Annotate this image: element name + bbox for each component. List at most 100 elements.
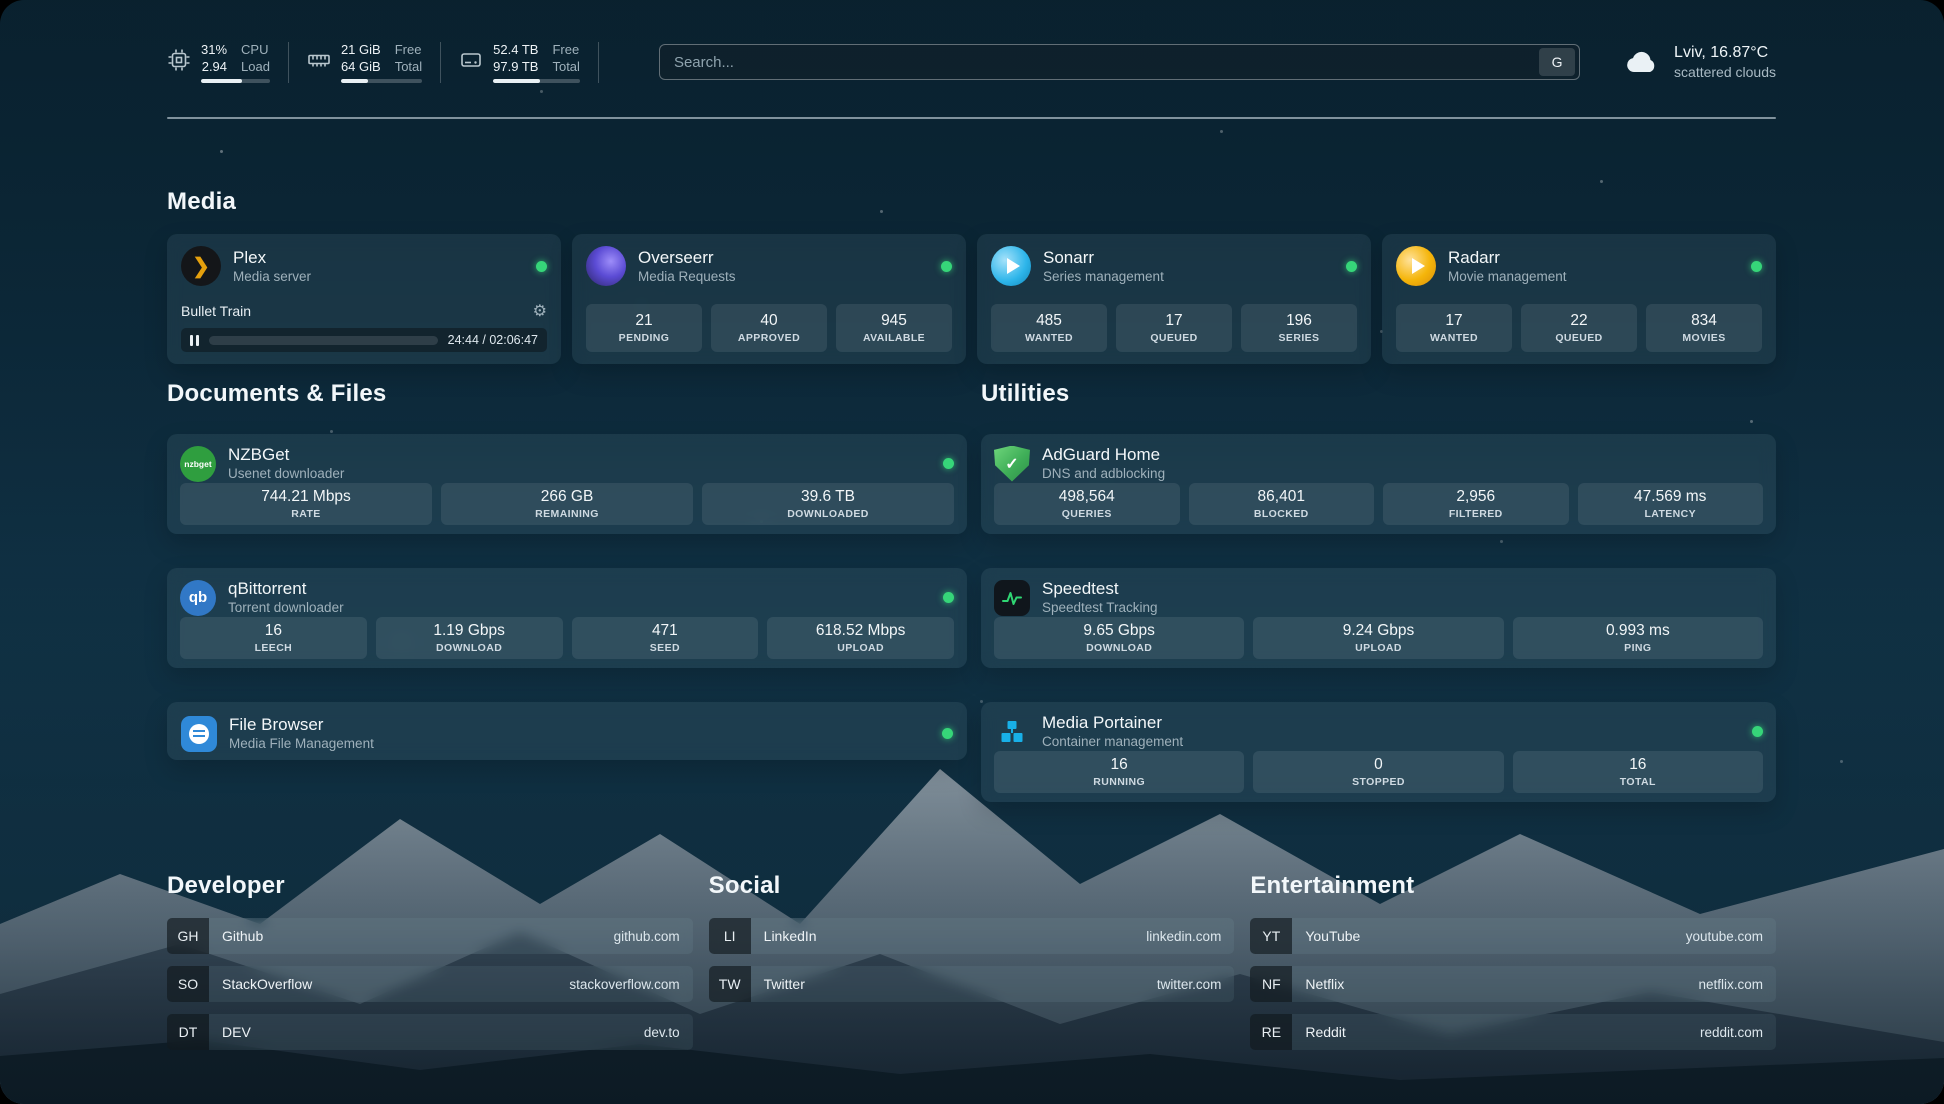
service-name: Radarr [1448,247,1567,268]
media-section-title: Media [167,188,1776,216]
bookmark-group-developer: Developer GH Github github.com SO StackO… [167,872,693,1062]
search-input[interactable] [660,54,1539,71]
stat-upload: 618.52 Mbps UPLOAD [767,617,954,659]
ram-free-value: 21 GiB [341,42,381,58]
plex-icon: ❯ [181,246,221,286]
stat-ping: 0.993 ms PING [1513,617,1763,659]
bookmark-stackoverflow[interactable]: SO StackOverflow stackoverflow.com [167,966,693,1002]
speedtest-icon [994,580,1030,616]
weather-location: Lviv, 16.87°C [1674,43,1776,63]
disk-free-label: Free [552,42,579,58]
pause-button[interactable] [190,335,199,346]
disk-progress-bar [493,79,580,83]
developer-section-title: Developer [167,872,693,900]
ram-widget: 21 GiB 64 GiB Free Total [307,42,441,83]
bookmark-dev[interactable]: DT DEV dev.to [167,1014,693,1050]
cloud-icon [1622,48,1662,76]
twitter-badge-icon: TW [709,966,751,1002]
disk-total-value: 97.9 TB [493,59,538,75]
service-card-qbittorrent[interactable]: qb qBittorrent Torrent downloader 16 LEE… [167,568,967,668]
entertainment-section-title: Entertainment [1250,872,1776,900]
documents-section-title: Documents & Files [167,380,967,408]
linkedin-badge-icon: LI [709,918,751,954]
stat-approved: 40 APPROVED [711,304,827,352]
service-subtitle: Series management [1043,268,1164,286]
playback-progress-track[interactable] [209,336,438,345]
gear-icon[interactable]: ⚙ [533,301,547,321]
sonarr-icon [991,246,1031,286]
status-dot [1752,726,1763,737]
service-subtitle: Usenet downloader [228,465,344,483]
service-card-sonarr[interactable]: Sonarr Series management 485 WANTED 17 Q… [977,234,1371,364]
section-utilities: Utilities ✓ AdGuard Home DNS and adblock… [981,380,1776,836]
bookmark-linkedin[interactable]: LI LinkedIn linkedin.com [709,918,1235,954]
search-provider-button[interactable]: G [1539,48,1575,76]
github-badge-icon: GH [167,918,209,954]
stat-wanted: 485 WANTED [991,304,1107,352]
disk-free-value: 52.4 TB [493,42,538,58]
service-subtitle: Speedtest Tracking [1042,599,1158,617]
service-card-plex[interactable]: ❯ Plex Media server Bullet Train ⚙ [167,234,561,364]
ram-icon [307,48,331,72]
service-subtitle: Media server [233,268,311,286]
stat-latency: 47.569 ms LATENCY [1578,483,1764,525]
cpu-label: CPU [241,42,270,58]
service-card-portainer[interactable]: Media Portainer Container management 16 … [981,702,1776,802]
disk-icon [459,48,483,72]
ram-total-value: 64 GiB [341,59,381,75]
dev-badge-icon: DT [167,1014,209,1050]
service-name: qBittorrent [228,578,344,599]
service-card-radarr[interactable]: Radarr Movie management 17 WANTED 22 QUE… [1382,234,1776,364]
service-card-filebrowser[interactable]: File Browser Media File Management [167,702,967,760]
service-card-adguard[interactable]: ✓ AdGuard Home DNS and adblocking 498,56… [981,434,1776,534]
service-name: AdGuard Home [1042,444,1165,465]
stat-wanted: 17 WANTED [1396,304,1512,352]
filebrowser-icon [181,716,217,752]
stat-queued: 22 QUEUED [1521,304,1637,352]
service-card-nzbget[interactable]: nzbget NZBGet Usenet downloader 744.21 M… [167,434,967,534]
stat-series: 196 SERIES [1241,304,1357,352]
plex-now-playing: Bullet Train ⚙ 24:44 / 02:06:47 [181,301,547,352]
ram-total-label: Total [395,59,422,75]
status-dot [942,728,953,739]
reddit-badge-icon: RE [1250,1014,1292,1050]
social-section-title: Social [709,872,1235,900]
bookmark-github[interactable]: GH Github github.com [167,918,693,954]
playback-time: 24:44 / 02:06:47 [448,333,538,347]
status-dot [941,261,952,272]
cpu-icon [167,48,191,72]
disk-widget: 52.4 TB 97.9 TB Free Total [459,42,599,83]
disk-total-label: Total [552,59,579,75]
status-dot [943,458,954,469]
stackoverflow-badge-icon: SO [167,966,209,1002]
service-card-overseerr[interactable]: Overseerr Media Requests 21 PENDING 40 A… [572,234,966,364]
overseerr-icon [586,246,626,286]
top-bar: 31% 2.94 CPU Load [167,34,1776,90]
cpu-load-value: 2.94 [201,59,227,75]
bookmark-group-social: Social LI LinkedIn linkedin.com TW Twitt… [709,872,1235,1062]
utilities-section-title: Utilities [981,380,1776,408]
bookmark-youtube[interactable]: YT YouTube youtube.com [1250,918,1776,954]
stat-upload: 9.24 Gbps UPLOAD [1253,617,1503,659]
stat-downloaded: 39.6 TB DOWNLOADED [702,483,954,525]
youtube-badge-icon: YT [1250,918,1292,954]
bookmark-twitter[interactable]: TW Twitter twitter.com [709,966,1235,1002]
status-dot [536,261,547,272]
service-name: NZBGet [228,444,344,465]
playback-strip: 24:44 / 02:06:47 [181,328,547,352]
qbittorrent-icon: qb [180,580,216,616]
portainer-icon [994,714,1030,750]
status-dot [1346,261,1357,272]
status-dot [943,592,954,603]
bookmark-netflix[interactable]: NF Netflix netflix.com [1250,966,1776,1002]
weather-widget: Lviv, 16.87°C scattered clouds [1622,43,1776,81]
service-card-speedtest[interactable]: Speedtest Speedtest Tracking 9.65 Gbps D… [981,568,1776,668]
service-name: Plex [233,247,311,268]
stat-rate: 744.21 Mbps RATE [180,483,432,525]
section-media: Media ❯ Plex Media server Bullet Tr [167,188,1776,364]
service-subtitle: Movie management [1448,268,1567,286]
stat-download: 1.19 Gbps DOWNLOAD [376,617,563,659]
bookmark-reddit[interactable]: RE Reddit reddit.com [1250,1014,1776,1050]
weather-condition: scattered clouds [1674,63,1776,81]
adguard-shield-icon: ✓ [994,446,1030,482]
